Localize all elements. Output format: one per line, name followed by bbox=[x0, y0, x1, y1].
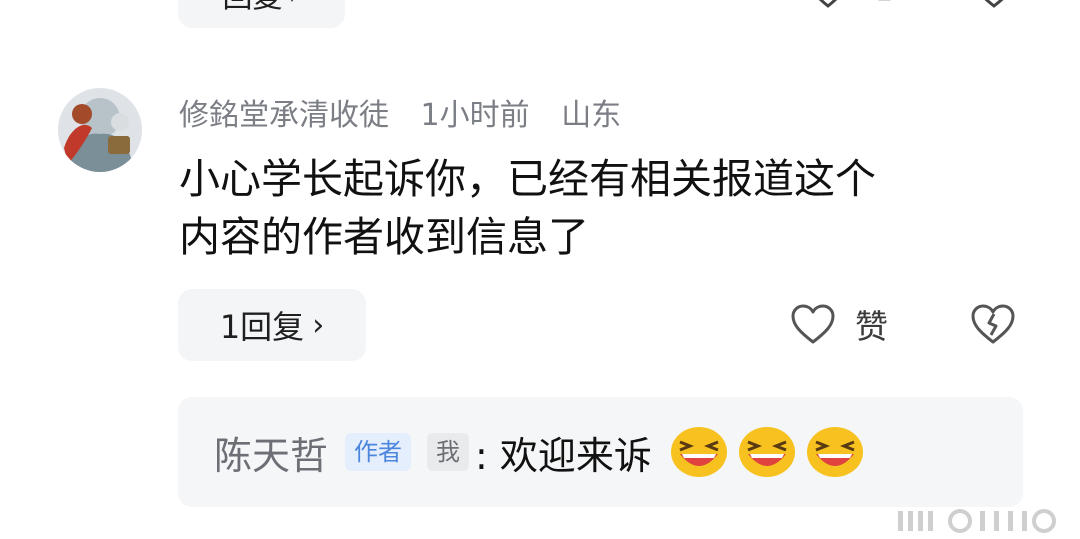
previous-reply-label: 回复 bbox=[223, 0, 283, 16]
view-replies-button[interactable]: 1回复 › bbox=[178, 289, 366, 361]
laughing-emoji-icon bbox=[807, 427, 863, 477]
laughing-emoji-icon bbox=[671, 427, 727, 477]
watermark-logo bbox=[898, 509, 1056, 533]
comment-text-line: 内容的作者收到信息了 bbox=[179, 213, 589, 261]
comment-text-line: 小心学长起诉你，已经有相关报道这个 bbox=[179, 155, 876, 203]
author-badge: 作者 bbox=[345, 433, 411, 471]
avatar[interactable] bbox=[58, 88, 142, 172]
chevron-right-icon: › bbox=[289, 0, 301, 12]
previous-like-count: 1 bbox=[875, 0, 893, 7]
reply-author-name[interactable]: 陈天哲 bbox=[214, 425, 328, 480]
heart-outline-icon[interactable] bbox=[808, 0, 848, 12]
avatar-image bbox=[58, 88, 142, 172]
timestamp: 1小时前 bbox=[420, 98, 530, 133]
me-badge: 我 bbox=[427, 433, 469, 471]
comment-body: 小心学长起诉你，已经有相关报道这个 内容的作者收到信息了 bbox=[179, 150, 1009, 266]
reply-text: : 欢迎来诉 bbox=[475, 434, 652, 478]
comment-meta: 修銘堂承清收徒 1小时前 山东 bbox=[179, 90, 643, 134]
laughing-emoji-icon bbox=[739, 427, 795, 477]
chevron-right-icon: › bbox=[312, 307, 325, 343]
like-label[interactable]: 赞 bbox=[855, 300, 888, 348]
previous-reply-button[interactable]: 回复 › bbox=[178, 0, 345, 28]
reply-count-label: 1回复 bbox=[219, 308, 305, 346]
broken-heart-icon[interactable] bbox=[970, 304, 1016, 346]
broken-heart-icon[interactable] bbox=[972, 0, 1016, 12]
location: 山东 bbox=[561, 98, 622, 133]
heart-outline-icon[interactable] bbox=[790, 304, 836, 346]
username[interactable]: 修銘堂承清收徒 bbox=[179, 98, 389, 133]
